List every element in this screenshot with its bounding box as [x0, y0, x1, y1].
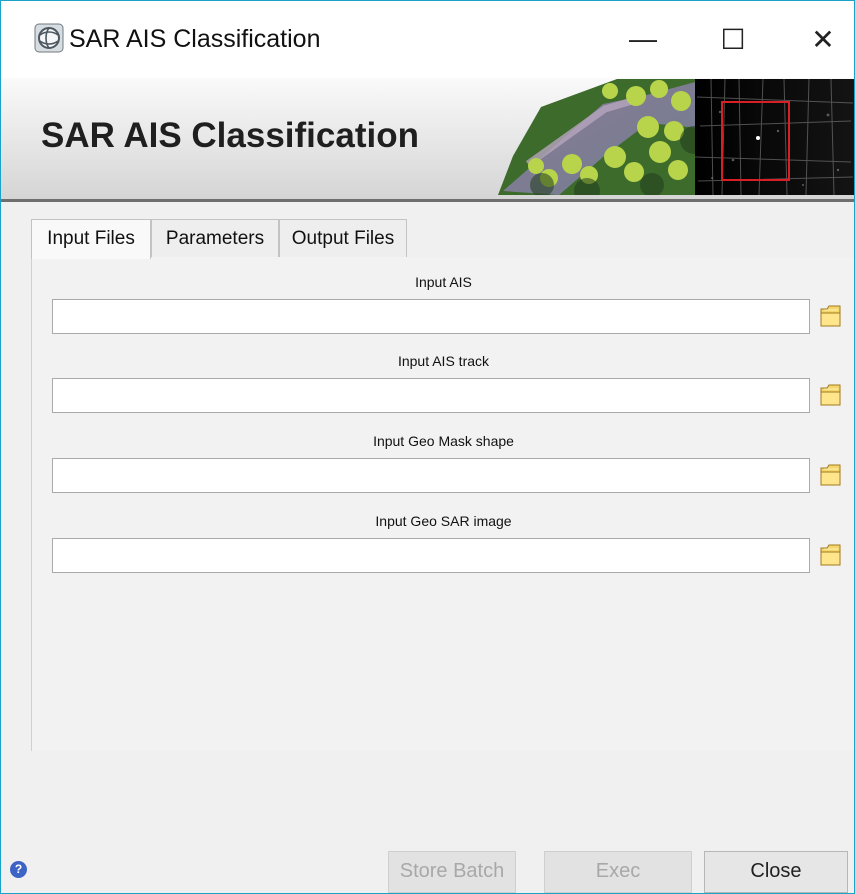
tab-parameters[interactable]: Parameters — [151, 219, 279, 258]
store-batch-button[interactable]: Store Batch — [388, 851, 516, 893]
banner-title: SAR AIS Classification — [41, 116, 419, 155]
input-ais-track-label: Input AIS track — [397, 353, 490, 369]
sar-forest-banner-image — [498, 79, 854, 195]
app-window: SAR AIS Classification — ☐ ✕ SAR AIS Cla… — [0, 0, 855, 894]
input-geo-sar-image-field[interactable] — [52, 538, 810, 573]
close-button[interactable]: Close — [704, 851, 848, 893]
input-geo-sar-image-label: Input Geo SAR image — [375, 513, 512, 529]
window-title: SAR AIS Classification — [69, 25, 321, 53]
input-ais-field[interactable] — [52, 299, 810, 334]
input-geo-mask-shape-label: Input Geo Mask shape — [373, 433, 514, 449]
exec-button[interactable]: Exec — [544, 851, 692, 893]
folder-icon[interactable] — [818, 301, 843, 330]
folder-icon[interactable] — [818, 380, 843, 409]
folder-icon[interactable] — [818, 460, 843, 489]
folder-icon[interactable] — [818, 540, 843, 569]
help-icon[interactable]: ? — [10, 861, 27, 878]
window-titlebar: SAR AIS Classification — ☐ ✕ — [1, 1, 854, 78]
input-files-panel: Input AIS Input AIS track Input Geo Mask… — [31, 257, 854, 751]
tab-output-files[interactable]: Output Files — [279, 219, 407, 258]
input-ais-track-field[interactable] — [52, 378, 810, 413]
app-globe-icon — [34, 23, 64, 53]
tab-input-files[interactable]: Input Files — [31, 219, 151, 259]
input-ais-label: Input AIS — [415, 274, 472, 290]
close-window-button[interactable]: ✕ — [791, 14, 854, 64]
input-geo-mask-shape-field[interactable] — [52, 458, 810, 493]
minimize-button[interactable]: — — [611, 14, 675, 64]
maximize-button[interactable]: ☐ — [701, 14, 765, 64]
